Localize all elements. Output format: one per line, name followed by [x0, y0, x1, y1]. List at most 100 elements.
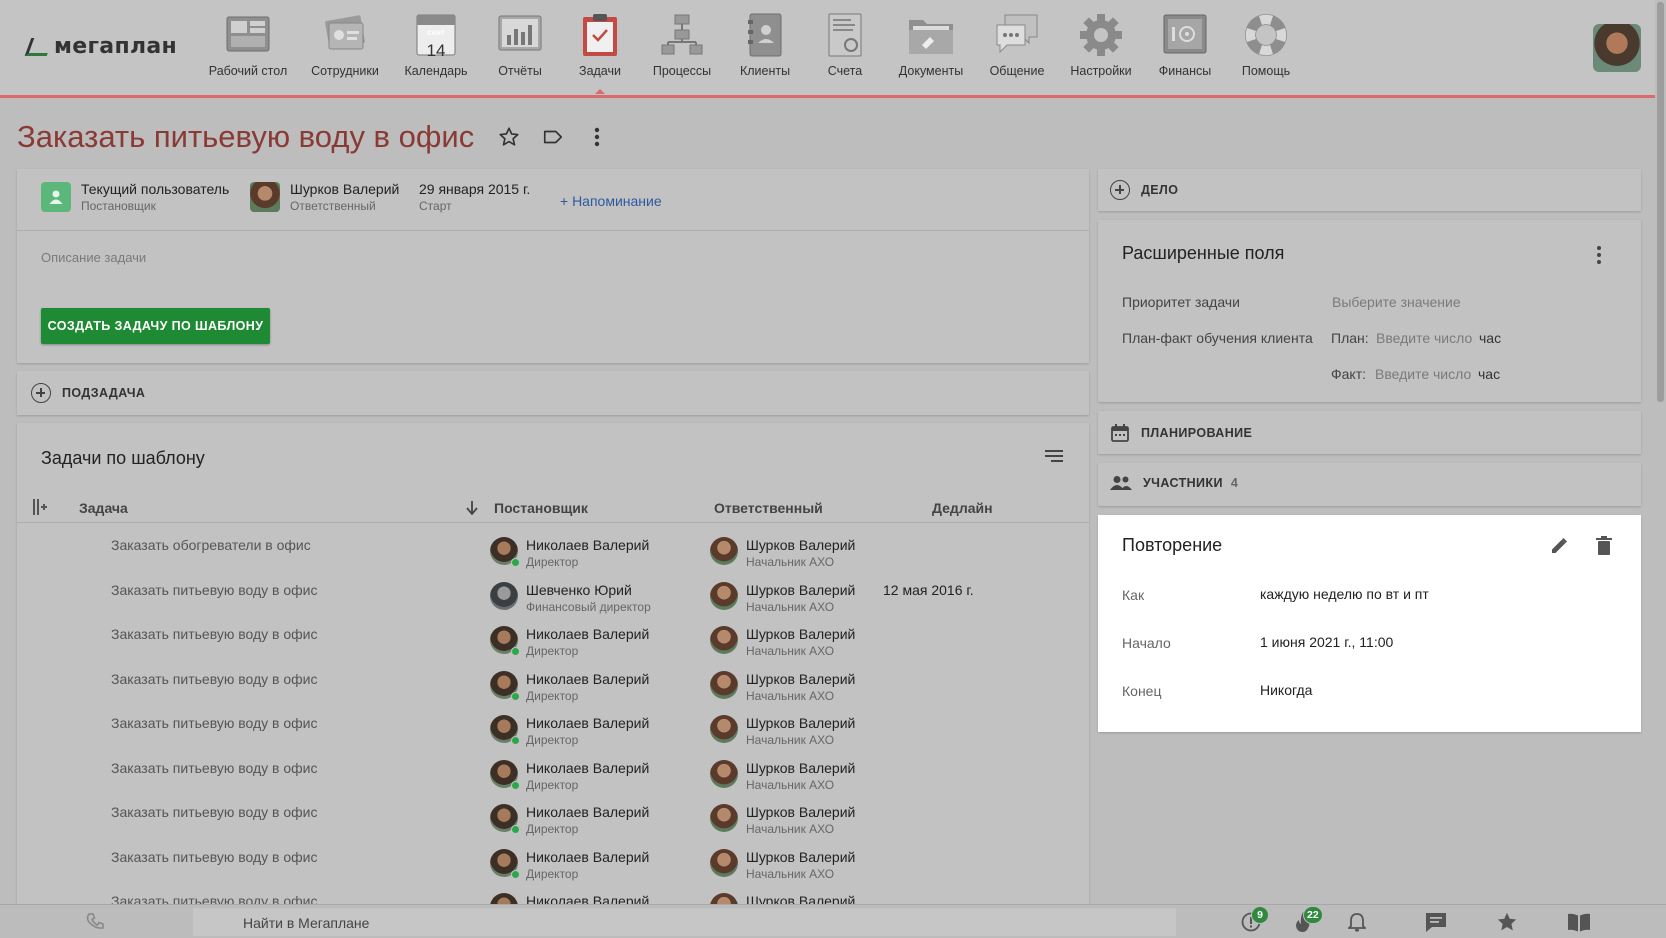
row-creator[interactable]: Шевченко Юрий Финансовый директор	[490, 581, 651, 614]
column-task[interactable]: Задача	[79, 500, 128, 516]
column-creator[interactable]: Постановщик	[494, 500, 588, 516]
task-description-field[interactable]: Описание задачи	[41, 250, 146, 265]
row-responsible[interactable]: Шурков Валерий Начальник АХО	[710, 581, 855, 614]
column-settings-icon[interactable]	[33, 499, 47, 518]
calendar-icon	[1110, 423, 1130, 443]
row-creator[interactable]: Николаев Валерий Директор	[490, 670, 649, 703]
row-creator[interactable]: Николаев Валерий Директор	[490, 759, 649, 792]
participants-card[interactable]: УЧАСТНИКИ 4	[1098, 463, 1641, 506]
more-vert-icon[interactable]	[584, 124, 610, 150]
nav-item-help[interactable]: Помощь	[1226, 12, 1306, 92]
row-responsible[interactable]: Шурков Валерий Начальник АХО	[710, 848, 855, 881]
row-responsible[interactable]: Шурков Валерий Начальник АХО	[710, 670, 855, 703]
edit-icon[interactable]	[1549, 536, 1569, 561]
responsible-role: Начальник АХО	[746, 777, 835, 792]
invoices-icon	[822, 12, 868, 58]
table-row[interactable]: Заказать питьевую воду в офис Николаев Ва…	[17, 883, 1089, 904]
nav-item-invoices[interactable]: Счета	[804, 12, 886, 92]
priority-select[interactable]: Выберите значение	[1332, 294, 1461, 310]
row-creator[interactable]: Николаев Валерий	[490, 893, 649, 904]
task-link[interactable]: Заказать обогреватели в офис	[111, 537, 311, 553]
megaplan-logo[interactable]: мегаплан	[24, 34, 177, 59]
column-deadline[interactable]: Дедлайн	[932, 500, 993, 516]
fire-icon[interactable]: 22	[1291, 906, 1323, 933]
arrow-down-icon[interactable]	[466, 501, 478, 518]
row-creator[interactable]: Николаев Валерий Директор	[490, 715, 649, 747]
alert-icon[interactable]: 9	[1239, 906, 1269, 933]
task-link[interactable]: Заказать питьевую воду в офис	[111, 626, 317, 642]
row-creator[interactable]: Николаев Валерий Директор	[490, 626, 649, 658]
nav-item-documents[interactable]: Документы	[886, 12, 976, 92]
task-link[interactable]: Заказать питьевую воду в офис	[111, 671, 317, 687]
more-vert-icon[interactable]	[1596, 246, 1602, 264]
row-responsible[interactable]: Шурков Валерий Начальник АХО	[710, 759, 855, 792]
task-link[interactable]: Заказать питьевую воду в офис	[111, 849, 317, 865]
table-row[interactable]: Заказать питьевую воду в офис Николаев Ва…	[17, 616, 1089, 660]
subtask-card[interactable]: ПОДЗАДАЧА	[17, 371, 1089, 415]
table-row[interactable]: Заказать питьевую воду в офис Николаев Ва…	[17, 705, 1089, 749]
responsible-role: Начальник АХО	[746, 733, 835, 747]
sort-lines-icon[interactable]	[1045, 449, 1063, 467]
nav-item-finance[interactable]: Финансы	[1144, 12, 1226, 92]
nav-item-settings[interactable]: Настройки	[1058, 12, 1144, 92]
table-row[interactable]: Заказать питьевую воду в офис Николаев Ва…	[17, 839, 1089, 883]
row-creator[interactable]: Николаев Валерий Директор	[490, 848, 649, 881]
reports-icon	[497, 12, 543, 58]
row-responsible[interactable]: Шурков Валерий Начальник АХО	[710, 537, 855, 569]
add-subtask-button[interactable]: ПОДЗАДАЧА	[31, 383, 145, 403]
page-title[interactable]: Заказать питьевую воду в офис	[17, 119, 474, 155]
participants-header[interactable]: УЧАСТНИКИ 4	[1110, 475, 1238, 491]
nav-item-reports[interactable]: Отчёты	[478, 12, 562, 92]
phone-icon[interactable]	[83, 911, 107, 933]
responsible[interactable]: Шурков Валерий Ответственный	[250, 181, 399, 213]
creator[interactable]: Текущий пользователь Постановщик	[41, 181, 229, 213]
add-deal-button[interactable]: ДЕЛО	[1110, 180, 1178, 200]
row-responsible[interactable]: Шурков Валерий Начальник АХО	[710, 804, 855, 836]
task-link[interactable]: Заказать питьевую воду в офис	[111, 760, 317, 776]
plan-input[interactable]: Введите число	[1376, 330, 1472, 346]
alerts-badge: 9	[1251, 906, 1269, 924]
nav-item-calendar[interactable]: сент 14 Календарь	[394, 12, 478, 92]
nav-item-processes[interactable]: Процессы	[638, 12, 726, 92]
start-date[interactable]: 29 января 2015 г. Старт	[419, 181, 530, 213]
deal-card[interactable]: ДЕЛО	[1098, 169, 1641, 211]
task-link[interactable]: Заказать питьевую воду в офис	[111, 582, 317, 598]
table-row[interactable]: Заказать обогреватели в офис Николаев Вал…	[17, 527, 1089, 571]
task-link[interactable]: Заказать питьевую воду в офис	[111, 893, 317, 904]
table-row[interactable]: Заказать питьевую воду в офис Николаев Ва…	[17, 750, 1089, 794]
add-reminder-link[interactable]: + Напоминание	[560, 193, 662, 209]
page-scrollbar[interactable]	[1655, 0, 1666, 904]
delete-icon[interactable]	[1596, 536, 1612, 561]
row-creator[interactable]: Николаев Валерий Директор	[490, 537, 649, 569]
nav-item-desktop[interactable]: Рабочий стол	[200, 12, 296, 92]
logo-mark-icon	[24, 37, 54, 56]
column-responsible[interactable]: Ответственный	[714, 500, 823, 516]
table-row[interactable]: Заказать питьевую воду в офис Николаев Ва…	[17, 661, 1089, 705]
task-link[interactable]: Заказать питьевую воду в офис	[111, 804, 317, 820]
row-responsible[interactable]: Шурков Валерий Начальник АХО	[710, 626, 855, 658]
favorites-star-icon[interactable]	[1495, 911, 1519, 933]
user-avatar[interactable]	[1593, 24, 1641, 72]
nav-item-employees[interactable]: Сотрудники	[296, 12, 394, 92]
table-row[interactable]: Заказать питьевую воду в офис Николаев Ва…	[17, 794, 1089, 838]
book-icon[interactable]	[1567, 911, 1591, 933]
scrollbar-thumb[interactable]	[1657, 2, 1664, 402]
row-responsible[interactable]: Шурков Валерий	[710, 893, 855, 904]
messages-icon[interactable]	[1424, 911, 1448, 933]
global-search-input[interactable]: Найти в Мегаплане	[193, 908, 1176, 936]
fact-input[interactable]: Введите число	[1375, 366, 1471, 382]
help-icon	[1243, 12, 1289, 58]
nav-item-clients[interactable]: Клиенты	[726, 12, 804, 92]
bell-icon[interactable]	[1345, 911, 1369, 933]
row-responsible[interactable]: Шурков Валерий Начальник АХО	[710, 715, 855, 747]
task-link[interactable]: Заказать питьевую воду в офис	[111, 715, 317, 731]
nav-item-tasks[interactable]: Задачи	[562, 12, 638, 94]
create-task-from-template-button[interactable]: СОЗДАТЬ ЗАДАЧУ ПО ШАБЛОНУ	[41, 308, 270, 344]
planning-card[interactable]: ПЛАНИРОВАНИЕ	[1098, 411, 1641, 454]
row-creator[interactable]: Николаев Валерий Директор	[490, 804, 649, 836]
nav-item-chat[interactable]: Общение	[976, 12, 1058, 92]
table-row[interactable]: Заказать питьевую воду в офис Шевченко Юр…	[17, 572, 1089, 616]
star-icon[interactable]	[496, 124, 522, 150]
planning-header[interactable]: ПЛАНИРОВАНИЕ	[1110, 423, 1252, 443]
tag-icon[interactable]	[540, 124, 566, 150]
